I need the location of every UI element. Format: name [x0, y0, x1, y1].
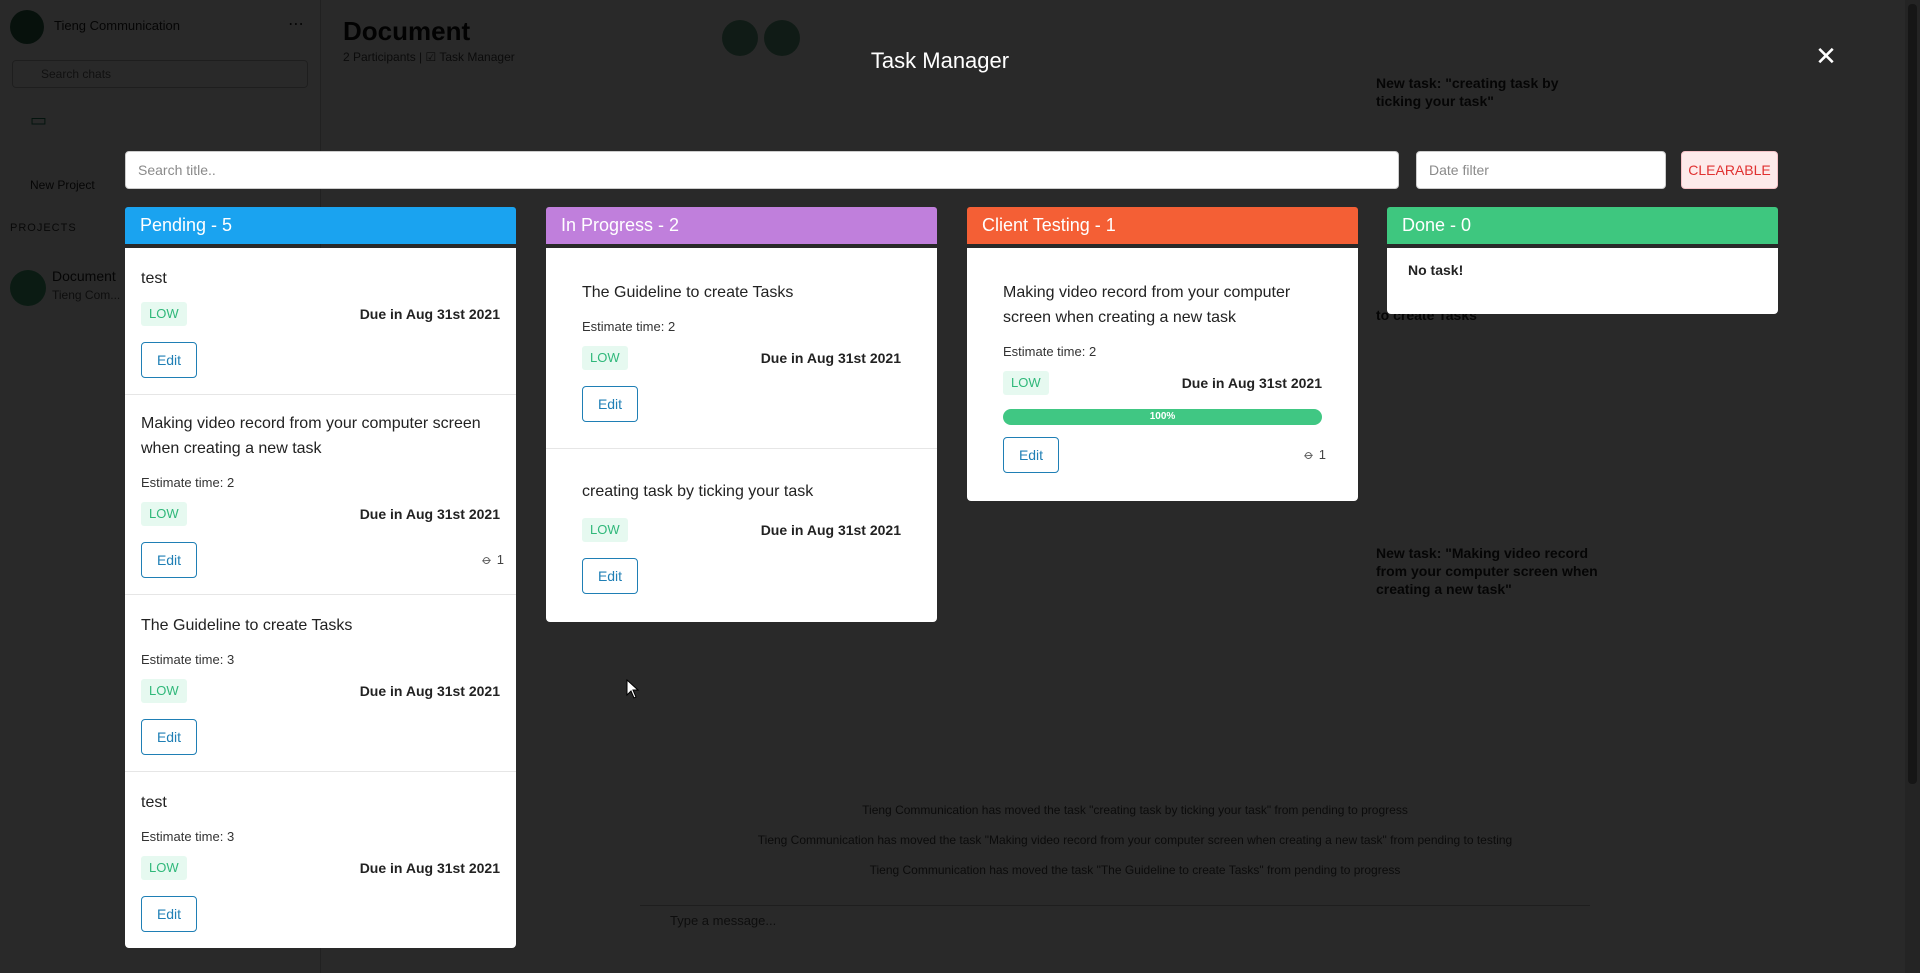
- task-title: The Guideline to create Tasks: [582, 284, 794, 301]
- edit-button[interactable]: Edit: [141, 719, 197, 755]
- progress-bar: 100%: [1003, 409, 1322, 425]
- edit-button[interactable]: Edit: [1003, 437, 1059, 473]
- search-input[interactable]: [125, 151, 1399, 189]
- task-title: creating task by ticking your task: [582, 483, 814, 500]
- task-card[interactable]: test LOW Due in Aug 31st 2021 Edit: [125, 248, 516, 395]
- column-body: No task!: [1387, 248, 1778, 314]
- due-date: Due in Aug 31st 2021: [359, 683, 500, 699]
- edit-button[interactable]: Edit: [141, 542, 197, 578]
- date-filter-input[interactable]: [1416, 151, 1666, 189]
- priority-badge: LOW: [582, 346, 628, 370]
- project-name: Document: [52, 268, 116, 284]
- projects-section-label: PROJECTS: [10, 222, 77, 234]
- project-sub: Tieng Com...: [52, 288, 121, 302]
- activity-line: Tieng Communication has moved the task "…: [862, 803, 1408, 817]
- task-card[interactable]: creating task by ticking your task LOW D…: [546, 449, 937, 622]
- activity-log: Tieng Communication has moved the task "…: [740, 795, 1530, 885]
- message-input: Type a message...: [640, 905, 1590, 936]
- attachment-count: ⌀ 1: [479, 551, 504, 568]
- task-card[interactable]: Making video record from your computer s…: [967, 248, 1358, 501]
- column-body: Making video record from your computer s…: [967, 248, 1358, 501]
- chat-icon: ▭: [30, 110, 48, 130]
- task-title: The Guideline to create Tasks: [141, 617, 353, 634]
- edit-button[interactable]: Edit: [582, 558, 638, 594]
- priority-badge: LOW: [582, 518, 628, 542]
- attachment-number: 1: [1318, 447, 1326, 462]
- task-card[interactable]: The Guideline to create Tasks Estimate t…: [546, 248, 937, 449]
- column-body: The Guideline to create Tasks Estimate t…: [546, 248, 937, 622]
- close-icon[interactable]: ✕: [1812, 42, 1840, 70]
- due-date: Due in Aug 31st 2021: [359, 306, 500, 322]
- feed-item: New task: "creating task by ticking your…: [1376, 75, 1559, 109]
- paperclip-icon: ⌀: [479, 551, 495, 568]
- more-icon: ⋯: [288, 16, 304, 33]
- task-title: test: [141, 270, 167, 287]
- edit-button[interactable]: Edit: [141, 342, 197, 378]
- project-avatar: [10, 270, 46, 306]
- estimate-time: Estimate time: 2: [1003, 344, 1097, 359]
- estimate-time: Estimate time: 3: [141, 652, 235, 667]
- due-date: Due in Aug 31st 2021: [359, 860, 500, 876]
- scrollbar: [1905, 0, 1920, 973]
- priority-badge: LOW: [141, 679, 187, 703]
- task-title: Making video record from your computer s…: [141, 415, 481, 457]
- task-card[interactable]: The Guideline to create Tasks Estimate t…: [125, 595, 516, 772]
- estimate-time: Estimate time: 2: [582, 319, 676, 334]
- column-in-progress: In Progress - 2 The Guideline to create …: [546, 207, 937, 622]
- attachment-number: 1: [496, 552, 504, 567]
- column-body: test LOW Due in Aug 31st 2021 Edit Makin…: [125, 248, 516, 948]
- estimate-time: Estimate time: 3: [141, 829, 235, 844]
- org-name: Tieng Communication: [54, 18, 180, 33]
- activity-line: Tieng Communication has moved the task "…: [757, 833, 1513, 847]
- due-date: Due in Aug 31st 2021: [1181, 375, 1322, 391]
- task-title: test: [141, 794, 167, 811]
- edit-button[interactable]: Edit: [141, 896, 197, 932]
- estimate-time: Estimate time: 2: [141, 475, 235, 490]
- column-header: In Progress - 2: [546, 207, 937, 244]
- due-date: Due in Aug 31st 2021: [359, 506, 500, 522]
- modal-title: Task Manager: [870, 48, 1010, 73]
- column-client-testing: Client Testing - 1 Making video record f…: [967, 207, 1358, 501]
- priority-badge: LOW: [141, 502, 187, 526]
- org-logo: [10, 10, 44, 44]
- task-card[interactable]: Making video record from your computer s…: [125, 395, 516, 595]
- edit-button[interactable]: Edit: [582, 386, 638, 422]
- column-pending: Pending - 5 test LOW Due in Aug 31st 202…: [125, 207, 516, 948]
- attachment-count: ⌀ 1: [1301, 446, 1326, 463]
- clear-button[interactable]: CLEARABLE: [1681, 151, 1778, 189]
- due-date: Due in Aug 31st 2021: [760, 522, 901, 538]
- paperclip-icon: ⌀: [1301, 446, 1317, 463]
- column-header: Pending - 5: [125, 207, 516, 244]
- mouse-pointer-icon: [626, 679, 640, 699]
- column-header: Done - 0: [1387, 207, 1778, 244]
- task-card[interactable]: test Estimate time: 3 LOW Due in Aug 31s…: [125, 772, 516, 948]
- task-title: Making video record from your computer s…: [1003, 284, 1291, 326]
- priority-badge: LOW: [1003, 371, 1049, 395]
- due-date: Due in Aug 31st 2021: [760, 350, 901, 366]
- feed-item: New task: "Making video record from your…: [1376, 545, 1598, 597]
- activity-line: Tieng Communication has moved the task "…: [869, 863, 1401, 877]
- priority-badge: LOW: [141, 856, 187, 880]
- page-title: Document: [343, 16, 471, 46]
- progress-fill: 100%: [1003, 409, 1322, 425]
- new-project-link: New Project: [30, 178, 95, 192]
- column-header: Client Testing - 1: [967, 207, 1358, 244]
- column-done: Done - 0 No task!: [1387, 207, 1778, 314]
- empty-message: No task!: [1408, 262, 1464, 278]
- priority-badge: LOW: [141, 302, 187, 326]
